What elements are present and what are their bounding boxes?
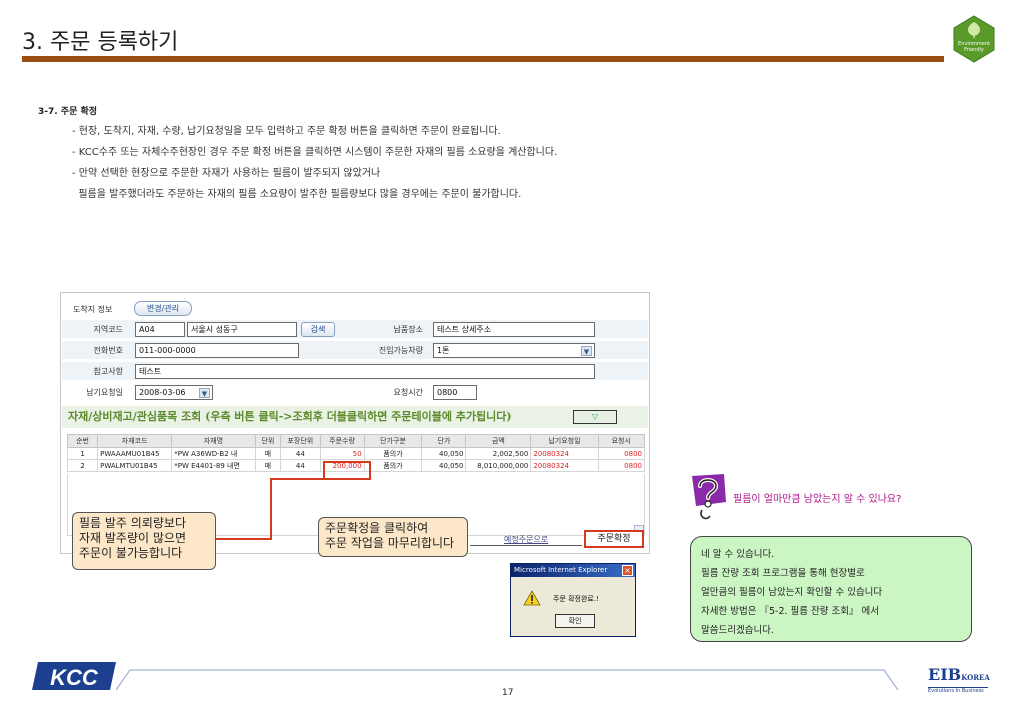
col-header: 단가구분: [363, 434, 423, 448]
col-header: 자재코드: [97, 434, 173, 448]
col-header: 단가: [421, 434, 467, 448]
col-header: 요청시: [597, 434, 646, 448]
request-time-input[interactable]: 0800: [433, 385, 477, 400]
phone-label: 전화번호: [93, 346, 123, 355]
phone-input[interactable]: 011-000-0000: [135, 343, 299, 358]
order-qty-cell[interactable]: 50: [319, 447, 365, 460]
dialog-ok-button[interactable]: 확인: [555, 614, 595, 628]
bullet-4: 필름을 발주했더라도 주문하는 자재의 필름 소요량이 발주한 필름량보다 많을…: [72, 189, 522, 200]
question-text: 필름이 얼마만큼 남았는지 알 수 있나요?: [733, 494, 902, 505]
bullet-3: - 만약 선택한 현장으로 주문한 자재가 사용하는 필름이 발주되지 않았거나: [72, 168, 381, 179]
connector-line: [214, 538, 272, 540]
kcc-logo: KCC: [32, 662, 116, 690]
search-button[interactable]: 검색: [301, 322, 335, 337]
dest-info-label: 도착지 정보: [73, 305, 113, 314]
chevron-down-icon[interactable]: ▼: [581, 346, 592, 356]
bullet-1: - 현장, 도착지, 자재, 수량, 납기요청일을 모두 입력하고 주문 확정 …: [72, 126, 501, 137]
connector-line: [270, 478, 272, 540]
badge-line2: Friendly: [964, 47, 984, 53]
vehicle-label: 진입가능차량: [378, 346, 423, 355]
page-number: 17: [502, 688, 514, 698]
col-header: 납기요청일: [530, 434, 599, 448]
table-header-row: 순번 자재코드 자재명 단위 포장단위 주문수량 단가구분 단가 금액 납기요청…: [66, 434, 646, 448]
request-time-label: 요청시간: [393, 388, 423, 397]
chevron-down-icon[interactable]: ▼: [199, 388, 210, 398]
page-title: 3. 주문 등록하기: [22, 30, 179, 55]
col-header: 단위: [254, 434, 282, 448]
reserve-order-link[interactable]: 예정주문으로: [504, 534, 548, 545]
film-warning-callout: 필름 발주 의뢰량보다 자재 발주량이 많으면 주문이 불가능합니다: [72, 512, 216, 570]
col-header: 금액: [465, 434, 532, 448]
connector-line: [470, 545, 582, 546]
dialog-message: 주문 확정완료.!: [553, 595, 599, 603]
dialog-title: Microsoft Internet Explorer ×: [511, 564, 635, 577]
col-header: 순번: [66, 434, 99, 448]
svg-text:KCC: KCC: [50, 665, 99, 690]
vehicle-select[interactable]: 1톤 ▼: [433, 343, 595, 358]
title-rule: [22, 56, 944, 62]
edit-manage-button[interactable]: 변경/관리: [134, 301, 192, 316]
region-code-label: 지역코드: [93, 325, 123, 334]
eib-logo: EIBKOREA Evolutions In Business: [928, 665, 990, 694]
close-icon[interactable]: ×: [622, 565, 633, 576]
region-name-input[interactable]: 서울시 성동구: [187, 322, 297, 337]
qty-highlight-box: [323, 461, 371, 480]
table-row[interactable]: 1 PWAAAMU01B45 *PW A36WD-B2 내 매 44 50 품의…: [66, 447, 646, 460]
ie-alert-dialog: Microsoft Internet Explorer × 주문 확정완료.! …: [510, 563, 636, 637]
vehicle-value: 1톤: [437, 346, 450, 355]
delivery-place-label: 납품장소: [393, 325, 423, 334]
col-header: 주문수량: [319, 434, 365, 448]
warning-icon: [523, 590, 541, 606]
connector-line: [270, 478, 324, 480]
due-date-value: 2008-03-06: [139, 388, 186, 397]
region-code-input[interactable]: A04: [135, 322, 185, 337]
col-header: 자재명: [171, 434, 256, 448]
material-search-banner: 자재/상비재고/관심품목 조회 (우측 버튼 클릭->조회후 더블클릭하면 주문…: [62, 406, 648, 428]
reference-label: 참고사항: [93, 367, 123, 376]
footer-swoosh: [116, 669, 899, 691]
due-date-select[interactable]: 2008-03-06 ▼: [135, 385, 213, 400]
delivery-place-input[interactable]: 테스트 상세주소: [433, 322, 595, 337]
environment-friendly-badge-icon: Environment Friendly: [953, 15, 995, 63]
material-search-toggle-button[interactable]: ▽: [573, 410, 617, 424]
bullet-2: - KCC수주 또는 자체수주현장인 경우 주문 확정 버튼을 클릭하면 시스템…: [72, 147, 558, 158]
section-heading: 3-7. 주문 확정: [38, 107, 98, 117]
reference-input[interactable]: 테스트: [135, 364, 595, 379]
due-date-label: 납기요청일: [86, 388, 123, 397]
col-header: 포장단위: [280, 434, 321, 448]
answer-box: 네 알 수 있습니다. 필름 잔량 조회 프로그램을 통해 현장별로 얼만큼의 …: [690, 536, 972, 642]
order-confirm-button[interactable]: 주문확정: [584, 530, 644, 548]
question-mark-icon: [692, 474, 726, 520]
confirm-hint-callout: 주문확정을 클릭하여 주문 작업을 마무리합니다: [318, 517, 468, 557]
